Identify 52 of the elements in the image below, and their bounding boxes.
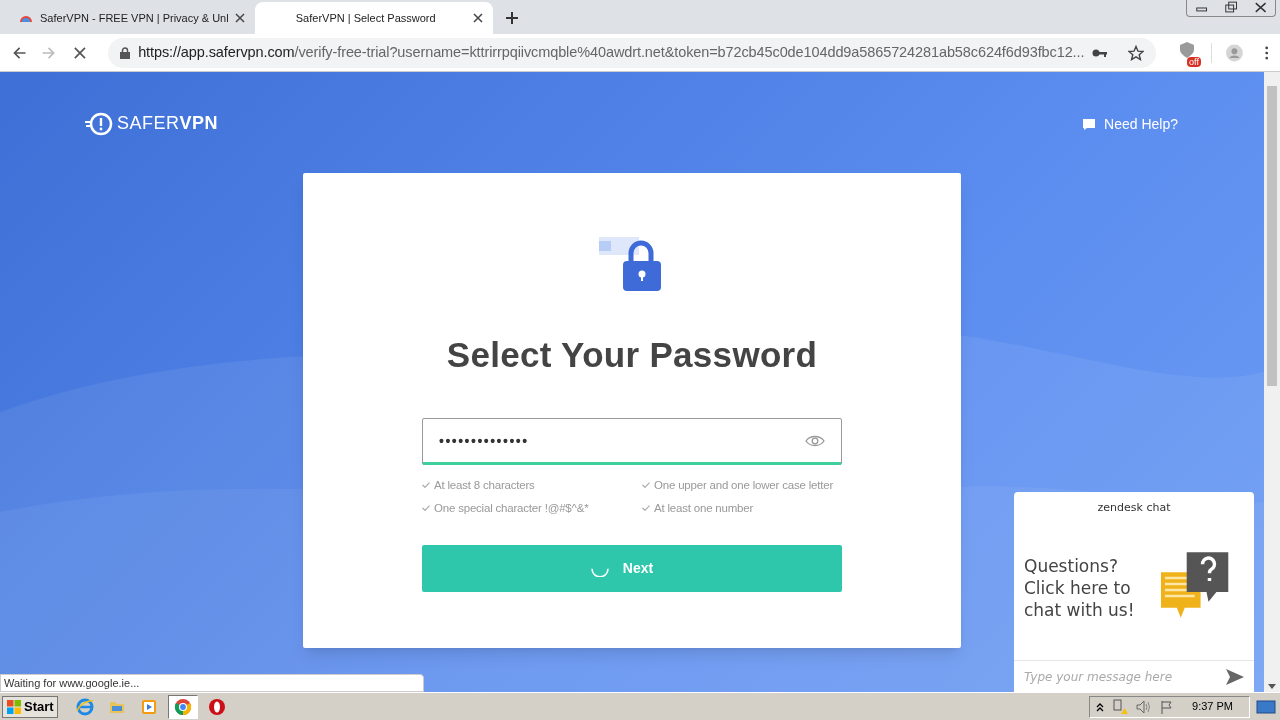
- chrome-icon: [173, 697, 192, 716]
- spinner-icon: [590, 568, 609, 577]
- password-field[interactable]: ••••••••••••••: [422, 417, 842, 465]
- check-icon: [422, 482, 430, 489]
- message-field[interactable]: Type your message here: [1024, 667, 1226, 686]
- ie-icon: [75, 697, 94, 716]
- opera-icon: [207, 697, 226, 716]
- speaker-icon[interactable]: [1136, 699, 1153, 714]
- close-icon[interactable]: [234, 13, 245, 23]
- close-icon[interactable]: [472, 13, 483, 23]
- avatar-icon[interactable]: [1225, 42, 1243, 63]
- logo-icon: [85, 111, 113, 136]
- star-icon[interactable]: [1128, 44, 1145, 61]
- chat-header: zendesk chat: [1096, 500, 1172, 516]
- requirement-text: At least one number: [654, 500, 754, 516]
- send-icon[interactable]: [1226, 668, 1244, 685]
- requirement-text: At least 8 characters: [434, 477, 535, 493]
- scroll-down-icon[interactable]: [1268, 684, 1276, 689]
- chevron-up-icon[interactable]: [1096, 701, 1105, 712]
- requirement-text: One upper and one lower case letter: [654, 477, 834, 493]
- start-button[interactable]: Start: [2, 695, 58, 718]
- lock-icon: [120, 46, 131, 59]
- tab-title: SaferVPN - FREE VPN | Privacy & Unl: [40, 10, 229, 26]
- card-title: Select Your Password: [446, 334, 818, 376]
- browser-tab[interactable]: SaferVPN | Select Password: [254, 2, 493, 34]
- address-bar[interactable]: https://app.safervpn.com/verify-free-trial?username=kttrirrpqiivcmqble%40awdrt.net&token=b72cb45c0de104dd9a5865724281ab58c624f6d93fbc12...: [108, 37, 1157, 68]
- stop-icon[interactable]: [74, 45, 87, 60]
- shield-icon: [1178, 40, 1197, 59]
- windows-logo-icon: [6, 698, 22, 715]
- scrollbar[interactable]: [1264, 72, 1280, 692]
- tab-title: SaferVPN | Select Password: [294, 10, 437, 26]
- play-icon: [139, 697, 158, 716]
- chat-message: Questions? Click here to chat with us!: [1024, 555, 1136, 622]
- requirement-text: One special character !@#$^&*: [434, 500, 589, 516]
- extension-badge: off: [1187, 56, 1201, 67]
- check-icon: [642, 505, 650, 512]
- eye-icon[interactable]: [805, 434, 825, 448]
- chat-widget[interactable]: zendesk chat Questions? Click here to chat with us! Type your message here: [1014, 492, 1254, 692]
- menu-icon[interactable]: [1264, 44, 1268, 61]
- key-icon[interactable]: [1092, 47, 1109, 58]
- url-text: https://app.safervpn.com/verify-free-trial?username=kttrirrpqiivcmqble%40awdrt.net&token=b72cb45c0de104dd9a5865724281ab58c624f6d93fbc12...: [138, 42, 1085, 62]
- password-value: ••••••••••••••: [439, 431, 530, 451]
- taskbar-button[interactable]: [167, 694, 198, 719]
- status-bubble: Waiting for www.google.ie...: [0, 674, 424, 692]
- logo-text: SAFERVPN: [117, 112, 219, 135]
- flag-icon[interactable]: [1160, 699, 1175, 714]
- chat-bubble-icon: [1082, 118, 1097, 131]
- clock-text: 9:37 PM: [1192, 699, 1233, 715]
- show-desktop-icon[interactable]: [1256, 698, 1276, 715]
- new-tab-icon[interactable]: [504, 11, 519, 25]
- check-icon: [642, 482, 650, 489]
- check-icon: [422, 505, 430, 512]
